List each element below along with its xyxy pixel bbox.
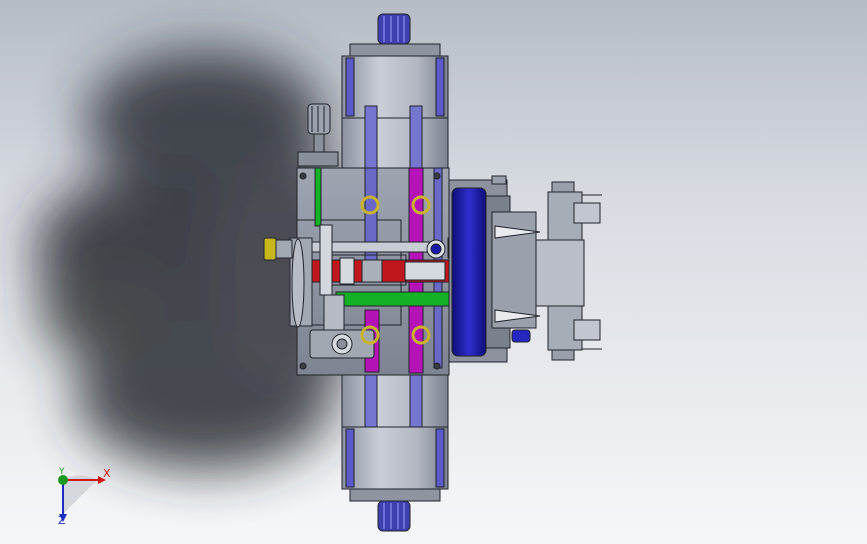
solenoid-coil[interactable] [448,175,541,363]
top-actuator[interactable] [341,13,449,169]
triad-y-label: Y [59,467,65,477]
triad-z-label: Z [58,514,66,527]
left-cap[interactable] [263,237,293,261]
triad-x-label: X [103,467,111,480]
graphics-viewport[interactable]: X Y Z [0,0,867,544]
model-view[interactable] [0,0,867,544]
bottom-actuator[interactable] [341,374,449,532]
triad-plane [63,475,97,514]
connector-plug[interactable] [535,181,602,361]
